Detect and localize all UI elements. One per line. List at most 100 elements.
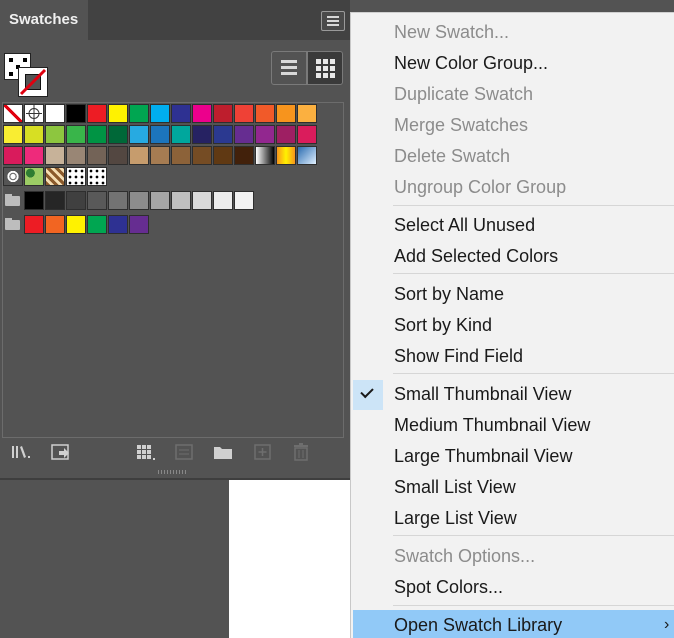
swatch[interactable] [108, 215, 128, 234]
swatch[interactable] [45, 191, 65, 210]
swatch[interactable] [213, 125, 233, 144]
menu-item-duplicate-swatch[interactable]: Duplicate Swatch [394, 84, 533, 105]
menu-item-select-all-unused[interactable]: Select All Unused [394, 215, 535, 236]
swatch[interactable] [213, 146, 233, 165]
swatch[interactable] [129, 125, 149, 144]
swatch[interactable] [171, 146, 191, 165]
swatch[interactable] [255, 146, 275, 165]
swatch[interactable] [171, 125, 191, 144]
swatch[interactable] [3, 125, 23, 144]
menu-item-large-list-view[interactable]: Large List View [394, 508, 517, 529]
menu-item-large-thumbnail-view[interactable]: Large Thumbnail View [394, 446, 572, 467]
swatch[interactable] [171, 191, 191, 210]
swatch[interactable] [234, 125, 254, 144]
swatch[interactable] [276, 125, 296, 144]
swatch[interactable] [150, 125, 170, 144]
swatch[interactable] [234, 146, 254, 165]
swatch[interactable] [192, 191, 212, 210]
menu-item-small-list-view[interactable]: Small List View [394, 477, 516, 498]
fill-stroke-indicator[interactable] [4, 53, 48, 97]
trash-icon[interactable] [290, 442, 312, 462]
menu-item-medium-thumbnail-view[interactable]: Medium Thumbnail View [394, 415, 590, 436]
swatch[interactable] [24, 215, 44, 234]
swatch[interactable] [171, 104, 191, 123]
menu-item-open-swatch-library[interactable]: Open Swatch Library [394, 615, 562, 636]
swatch[interactable] [87, 191, 107, 210]
swatch[interactable] [108, 146, 128, 165]
menu-item-add-selected-colors[interactable]: Add Selected Colors [394, 246, 558, 267]
registration-swatch[interactable] [24, 104, 44, 123]
swatch[interactable] [24, 125, 44, 144]
menu-item-new-swatch[interactable]: New Swatch... [394, 22, 509, 43]
menu-item-small-thumbnail-view[interactable]: Small Thumbnail View [394, 384, 571, 405]
swatch[interactable] [192, 125, 212, 144]
swatch[interactable] [150, 104, 170, 123]
menu-item-spot-colors[interactable]: Spot Colors... [394, 577, 503, 598]
swatch[interactable] [66, 104, 86, 123]
panel-menu-button[interactable] [321, 11, 345, 31]
swatch[interactable] [129, 191, 149, 210]
menu-item-new-color-group[interactable]: New Color Group... [394, 53, 548, 74]
swatch[interactable] [24, 146, 44, 165]
swatch-libraries-menu-icon[interactable] [10, 442, 32, 462]
none-swatch[interactable] [3, 104, 23, 123]
menu-item-sort-by-name[interactable]: Sort by Name [394, 284, 504, 305]
swatch[interactable] [108, 191, 128, 210]
swatch[interactable] [213, 191, 233, 210]
swatch[interactable] [87, 146, 107, 165]
show-swatch-kinds-icon[interactable] [135, 442, 157, 462]
swatch[interactable] [297, 125, 317, 144]
swatch[interactable] [192, 146, 212, 165]
swatch[interactable] [150, 191, 170, 210]
swatch[interactable] [276, 146, 296, 165]
swatch-options-icon[interactable] [173, 442, 195, 462]
swatch[interactable] [45, 146, 65, 165]
panel-resize-grip[interactable] [158, 470, 188, 474]
swatch[interactable] [45, 215, 65, 234]
swatch[interactable] [66, 215, 86, 234]
swatch[interactable] [297, 146, 317, 165]
new-swatch-icon[interactable] [252, 442, 274, 462]
swatch[interactable] [66, 191, 86, 210]
swatch[interactable] [255, 104, 275, 123]
artboard[interactable] [229, 480, 350, 638]
menu-item-sort-by-kind[interactable]: Sort by Kind [394, 315, 492, 336]
swatch[interactable] [129, 104, 149, 123]
menu-item-delete-swatch[interactable]: Delete Swatch [394, 146, 510, 167]
swatch[interactable] [129, 215, 149, 234]
swatch[interactable] [192, 104, 212, 123]
menu-item-show-find-field[interactable]: Show Find Field [394, 346, 523, 367]
swatch[interactable] [213, 104, 233, 123]
swatch[interactable] [108, 104, 128, 123]
swatch[interactable] [255, 125, 275, 144]
place-swatches-icon[interactable] [50, 442, 72, 462]
swatch[interactable] [24, 167, 44, 186]
swatch[interactable] [45, 167, 65, 186]
color-group-folder-icon[interactable] [3, 215, 23, 234]
folder-icon[interactable] [212, 442, 234, 462]
swatch[interactable] [66, 125, 86, 144]
swatch[interactable] [45, 125, 65, 144]
swatch[interactable] [129, 146, 149, 165]
swatch[interactable] [108, 125, 128, 144]
swatch[interactable] [87, 167, 107, 186]
thumbnail-view-button[interactable] [307, 51, 343, 85]
swatch[interactable] [234, 191, 254, 210]
menu-item-merge-swatches[interactable]: Merge Swatches [394, 115, 528, 136]
swatch[interactable] [276, 104, 296, 123]
menu-item-swatch-options[interactable]: Swatch Options... [394, 546, 535, 567]
swatch[interactable] [150, 146, 170, 165]
menu-item-ungroup-color-group[interactable]: Ungroup Color Group [394, 177, 566, 198]
swatch[interactable] [87, 125, 107, 144]
swatch[interactable] [234, 104, 254, 123]
stroke-swatch[interactable] [18, 67, 48, 97]
swatch[interactable] [297, 104, 317, 123]
swatch[interactable] [3, 167, 23, 186]
swatch[interactable] [45, 104, 65, 123]
swatch[interactable] [66, 146, 86, 165]
swatch[interactable] [3, 146, 23, 165]
list-view-button[interactable] [271, 51, 307, 85]
swatch[interactable] [66, 167, 86, 186]
swatch[interactable] [87, 104, 107, 123]
swatches-tab[interactable]: Swatches [0, 0, 88, 40]
